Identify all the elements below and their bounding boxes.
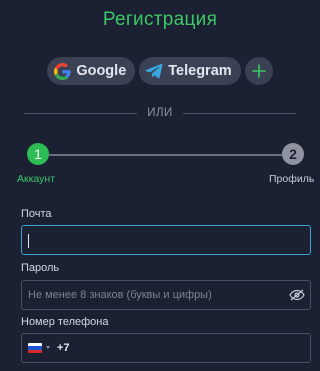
or-divider: ИЛИ — [24, 104, 297, 122]
divider-text: ИЛИ — [147, 107, 173, 119]
telegram-icon — [145, 62, 163, 80]
plus-icon — [251, 64, 266, 78]
phone-label: Номер телефона — [21, 316, 109, 328]
divider-line-left — [24, 112, 138, 114]
step-1-label: Аккаунт — [17, 173, 56, 185]
google-login-label: Google — [76, 63, 127, 79]
google-icon — [53, 62, 71, 80]
text-caret — [28, 234, 29, 248]
email-field[interactable] — [21, 225, 311, 255]
google-login-button[interactable]: Google — [47, 57, 136, 85]
page-title: Регистрация — [102, 9, 218, 30]
divider-line-right — [182, 112, 297, 114]
password-label: Пароль — [21, 262, 60, 274]
stepper-connector — [49, 154, 282, 156]
telegram-login-button[interactable]: Telegram — [139, 57, 241, 85]
password-field[interactable]: Не менее 8 знаков (буквы и цифры) — [21, 280, 311, 310]
russia-flag-icon — [28, 343, 42, 353]
country-code-selector[interactable] — [22, 334, 54, 362]
step-2-label: Профиль — [269, 173, 315, 185]
step-2-indicator: 2 — [282, 143, 304, 165]
phone-field[interactable]: +7 — [21, 333, 311, 363]
social-login-row: Google Telegram — [0, 57, 320, 85]
password-placeholder: Не менее 8 знаков (буквы и цифры) — [28, 289, 212, 301]
eye-icon[interactable] — [289, 289, 305, 301]
telegram-login-label: Telegram — [168, 63, 232, 79]
email-label: Почта — [21, 208, 52, 220]
phone-country-code: +7 — [57, 342, 70, 354]
chevron-down-icon — [46, 346, 50, 349]
step-1-indicator: 1 — [27, 143, 49, 165]
more-login-options-button[interactable] — [244, 57, 273, 85]
